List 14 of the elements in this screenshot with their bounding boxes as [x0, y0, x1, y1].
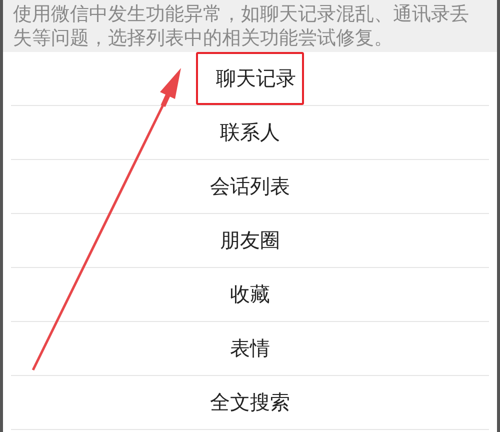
list-item[interactable]: 全文搜索 — [11, 376, 489, 430]
list-item[interactable]: 朋友圈 — [11, 214, 489, 268]
list-item[interactable]: 联系人 — [11, 106, 489, 160]
list-item[interactable]: 收藏 — [11, 268, 489, 322]
item-label: 表情 — [229, 335, 271, 362]
description-text: 使用微信中发生功能异常，如聊天记录混乱、通讯录丢失等问题，选择列表中的相关功能尝试修复。 — [13, 2, 470, 50]
item-label: 会话列表 — [209, 173, 291, 200]
list-item[interactable]: 表情 — [11, 322, 489, 376]
list-item[interactable]: 会话列表 — [11, 160, 489, 214]
item-label: 全文搜索 — [209, 389, 291, 416]
item-label: 朋友圈 — [219, 227, 281, 254]
item-label: 联系人 — [219, 119, 281, 146]
item-label: 聊天记录 — [196, 52, 304, 105]
item-label: 收藏 — [229, 281, 271, 308]
